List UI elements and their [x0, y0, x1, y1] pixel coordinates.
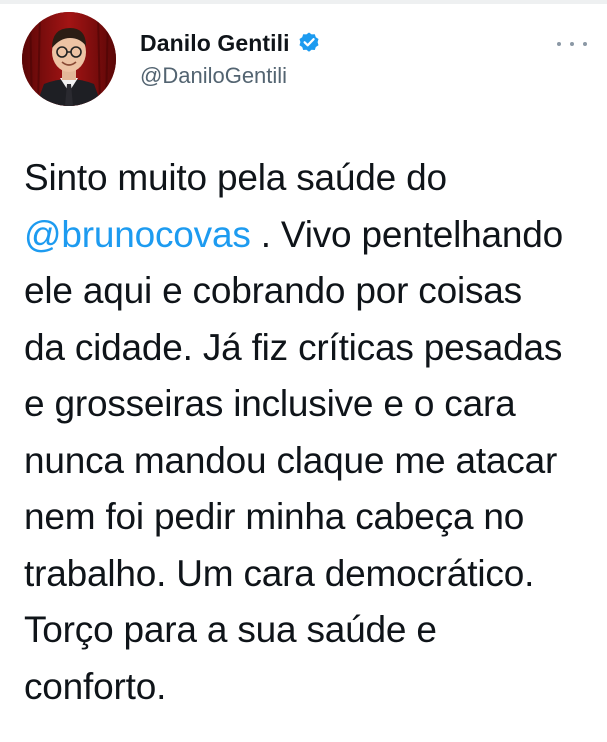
tweet-line: trabalho. Um cara democrático.: [24, 546, 594, 603]
tweet-header: Danilo Gentili @DaniloGentili: [22, 12, 587, 108]
tweet-line: @brunocovas . Vivo pentelhando: [24, 207, 594, 264]
tweet-line: ele aqui e cobrando por coisas: [24, 263, 594, 320]
tweet-line: e grosseiras inclusive e o cara: [24, 376, 594, 433]
author-handle[interactable]: @DaniloGentili: [140, 63, 321, 89]
profile-photo-icon: [22, 12, 116, 106]
tweet-line-text: nunca mandou claque me atacar: [24, 439, 558, 481]
tweet-line-text: e grosseiras inclusive e o cara: [24, 383, 516, 424]
tweet-line-text: Sinto muito pela saúde do: [24, 157, 447, 198]
author-names: Danilo Gentili @DaniloGentili: [140, 28, 321, 89]
display-name-row: Danilo Gentili: [140, 28, 321, 58]
tweet-line: da cidade. Já fiz críticas pesadas: [24, 320, 594, 377]
mention-link[interactable]: @brunocovas: [24, 214, 251, 255]
tweet-line-text: nem foi pedir minha cabeça no: [24, 496, 525, 537]
tweet-line: Sinto muito pela saúde do: [24, 150, 594, 207]
avatar[interactable]: [22, 12, 116, 106]
tweet-line-text: conforto.: [24, 665, 167, 707]
more-horizontal-icon[interactable]: [557, 38, 587, 50]
tweet-line: nem foi pedir minha cabeça no: [24, 489, 594, 546]
tweet-line-text: da cidade. Já fiz críticas pesadas: [24, 326, 563, 368]
top-edge-divider: [0, 0, 607, 4]
tweet-line-text: Torço para a sua saúde e: [24, 609, 437, 650]
tweet-line: Torço para a sua saúde e: [24, 602, 594, 659]
tweet-line-text: . Vivo pentelhando: [250, 213, 563, 255]
tweet-line-text: ele aqui e cobrando por coisas: [24, 270, 522, 311]
more-dot: [570, 42, 574, 46]
tweet-line: conforto.: [24, 659, 594, 716]
verified-badge-icon: [297, 31, 321, 55]
tweet-line: nunca mandou claque me atacar: [24, 433, 594, 490]
tweet-line-text: trabalho. Um cara democrático.: [24, 552, 535, 594]
more-dot: [557, 42, 561, 46]
more-dot: [583, 42, 587, 46]
display-name[interactable]: Danilo Gentili: [140, 30, 290, 57]
tweet-text: Sinto muito pela saúde do @brunocovas . …: [24, 150, 594, 715]
